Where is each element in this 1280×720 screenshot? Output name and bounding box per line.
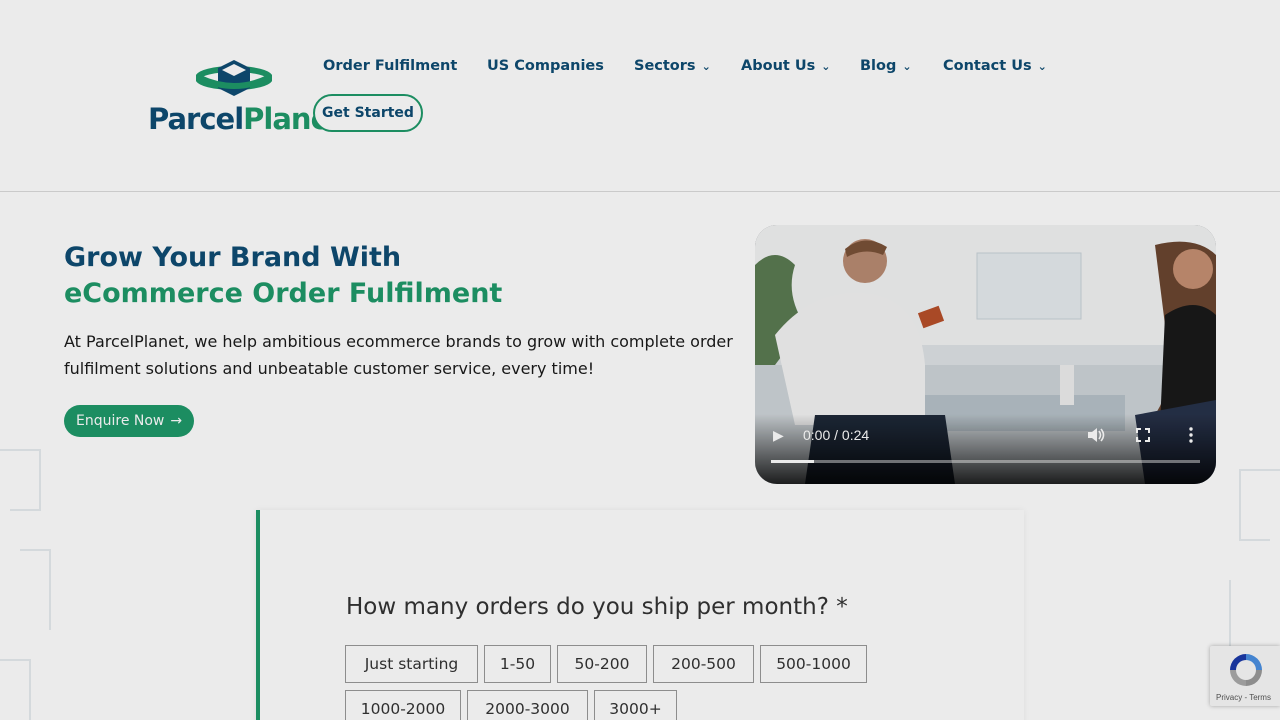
volume-icon[interactable]: [1087, 427, 1105, 443]
nav-item-sectors[interactable]: Sectors ⌄: [634, 58, 711, 74]
page: ParcelPlanet Order Fulfilment US Compani…: [0, 0, 1280, 720]
play-icon[interactable]: ▶: [773, 428, 784, 444]
logo-text-parcel: Parcel: [148, 102, 244, 136]
chevron-down-icon: ⌄: [701, 60, 711, 73]
nav-item-label: Sectors: [634, 58, 696, 74]
video-progress-fill: [771, 460, 814, 463]
option-just-starting[interactable]: Just starting: [345, 645, 478, 683]
option-2000-3000[interactable]: 2000-3000: [467, 690, 588, 720]
site-header: ParcelPlanet Order Fulfilment US Compani…: [0, 0, 1280, 192]
video-player[interactable]: ▶ 0:00 / 0:24: [755, 225, 1216, 484]
recaptcha-badge[interactable]: Privacy - Terms: [1210, 646, 1280, 706]
nav-item-order-fulfilment[interactable]: Order Fulfilment: [323, 58, 457, 74]
hero-description: At ParcelPlanet, we help ambitious ecomm…: [64, 332, 733, 378]
nav-item-label: Order Fulfilment: [323, 58, 458, 74]
recaptcha-icon: [1230, 654, 1262, 686]
hero-title: Grow Your Brand With eCommerce Order Ful…: [64, 240, 502, 312]
more-options-icon[interactable]: [1188, 427, 1194, 443]
nav-item-label: US Companies: [487, 58, 604, 74]
hero-title-line1: Grow Your Brand With: [64, 242, 402, 273]
form-question: How many orders do you ship per month? *: [346, 594, 848, 620]
video-progress-bar[interactable]: [771, 460, 1200, 463]
nav-item-blog[interactable]: Blog ⌄: [860, 58, 912, 74]
option-1000-2000[interactable]: 1000-2000: [345, 690, 461, 720]
recaptcha-links[interactable]: Privacy - Terms: [1216, 693, 1271, 702]
option-500-1000[interactable]: 500-1000: [760, 645, 867, 683]
fullscreen-icon[interactable]: [1136, 428, 1150, 442]
arrow-right-icon: →: [170, 413, 183, 429]
option-200-500[interactable]: 200-500: [653, 645, 754, 683]
order-volume-form: How many orders do you ship per month? *…: [256, 510, 1024, 720]
option-3000-plus[interactable]: 3000+: [594, 690, 677, 720]
enquire-now-button[interactable]: Enquire Now →: [64, 405, 195, 437]
nav-item-contact-us[interactable]: Contact Us ⌄: [943, 58, 1047, 74]
option-1-50[interactable]: 1-50: [484, 645, 551, 683]
planet-box-icon: [196, 60, 272, 96]
video-controls: [755, 414, 1216, 484]
parcelplanet-logo[interactable]: ParcelPlanet: [148, 58, 343, 138]
enquire-now-label: Enquire Now: [76, 413, 165, 429]
chevron-down-icon: ⌄: [821, 60, 831, 73]
nav-item-about-us[interactable]: About Us ⌄: [741, 58, 831, 74]
video-time: 0:00 / 0:24: [803, 427, 870, 443]
nav-item-label: Blog: [860, 58, 897, 74]
chevron-down-icon: ⌄: [1037, 60, 1047, 73]
nav-item-us-companies[interactable]: US Companies: [487, 58, 604, 74]
option-50-200[interactable]: 50-200: [557, 645, 647, 683]
nav-item-label: Contact Us: [943, 58, 1032, 74]
get-started-button[interactable]: Get Started: [313, 94, 423, 132]
nav-item-label: About Us: [741, 58, 816, 74]
chevron-down-icon: ⌄: [902, 60, 912, 73]
hero-title-line2: eCommerce Order Fulfilment: [64, 278, 503, 309]
background-pattern-left: [0, 449, 51, 720]
